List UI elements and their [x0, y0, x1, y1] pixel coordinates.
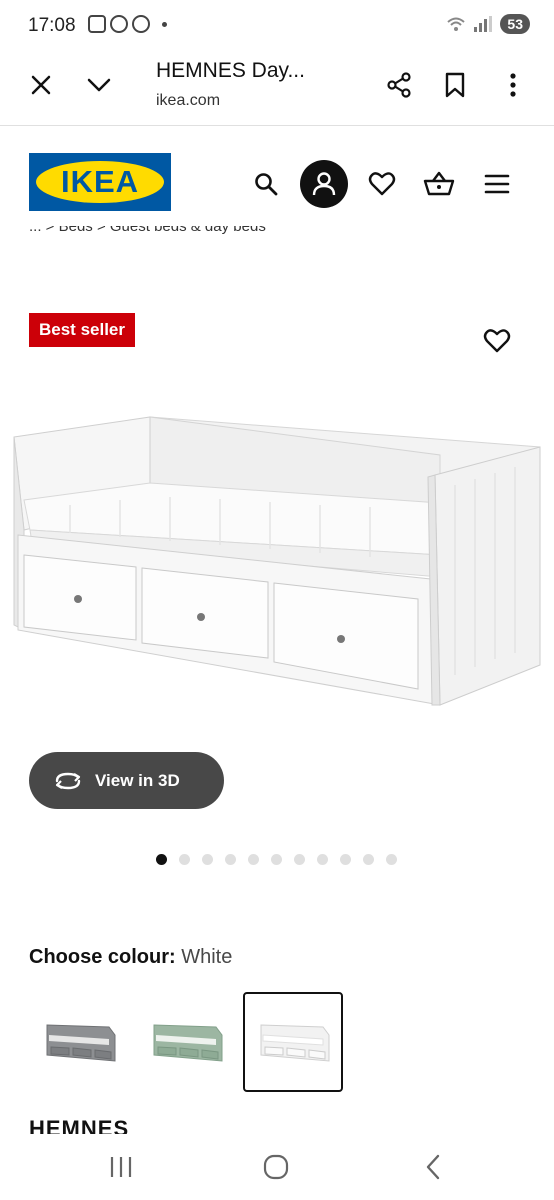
product-name-text: HEMNES: [29, 1116, 130, 1134]
close-icon: [31, 75, 51, 95]
more-options-button[interactable]: [500, 68, 526, 102]
carousel-dot[interactable]: [156, 854, 167, 865]
ikea-logo-text: IKEA: [60, 164, 140, 199]
bookmark-icon: [445, 72, 465, 98]
carousel-dot[interactable]: [363, 854, 374, 865]
recent-apps-icon: [110, 1157, 132, 1177]
colour-swatch-green[interactable]: [136, 992, 236, 1092]
best-seller-badge: Best seller: [29, 313, 135, 347]
rotate-3d-icon: [55, 772, 81, 789]
save-to-list-button[interactable]: [480, 325, 514, 357]
status-right: 53: [446, 14, 530, 34]
daybed-thumbnail-green: [153, 1024, 223, 1062]
close-button[interactable]: [26, 70, 56, 100]
tab-options-button[interactable]: [84, 70, 114, 100]
account-icon: [312, 172, 336, 196]
share-icon: [387, 72, 411, 98]
recent-apps-button[interactable]: [104, 1152, 138, 1182]
system-navigation-bar: [0, 1134, 554, 1200]
back-button[interactable]: [418, 1152, 448, 1182]
notification-icons: [88, 15, 167, 33]
menu-icon: [484, 174, 510, 194]
signal-icon: [474, 16, 493, 32]
chevron-down-icon: [87, 78, 111, 92]
home-icon: [263, 1154, 289, 1180]
wifi-icon: [447, 17, 466, 31]
basket-icon: [423, 171, 455, 196]
carousel-dot[interactable]: [248, 854, 259, 865]
basket-button[interactable]: [421, 166, 457, 200]
search-icon: [255, 173, 278, 196]
home-button[interactable]: [258, 1151, 294, 1183]
bookmark-button[interactable]: [440, 68, 470, 102]
view-in-3d-button[interactable]: View in 3D: [29, 752, 224, 809]
carousel-dot[interactable]: [294, 854, 305, 865]
heart-icon: [368, 172, 396, 196]
pinterest-icon: [110, 15, 128, 33]
colour-value: White: [181, 946, 233, 968]
carousel-dot[interactable]: [271, 854, 282, 865]
colour-selector-label: Choose colour: White: [29, 946, 232, 969]
browser-toolbar: HEMNES Day... ikea.com: [0, 52, 554, 126]
carousel-dot[interactable]: [225, 854, 236, 865]
colour-swatch-grey[interactable]: [29, 992, 129, 1092]
page-title[interactable]: HEMNES Day...: [156, 59, 305, 83]
share-button[interactable]: [382, 68, 416, 102]
back-icon: [426, 1154, 440, 1180]
search-button[interactable]: [250, 168, 282, 200]
whatsapp-icon: [132, 15, 150, 33]
ikea-logo-oval: IKEA: [36, 161, 164, 203]
carousel-dot[interactable]: [317, 854, 328, 865]
ikea-logo[interactable]: IKEA: [29, 153, 171, 211]
account-button[interactable]: [300, 160, 348, 208]
daybed-thumbnail-grey: [46, 1024, 116, 1062]
status-time: 17:08: [28, 15, 76, 36]
page-domain[interactable]: ikea.com: [156, 92, 220, 110]
battery-indicator: 53: [500, 14, 530, 34]
screenshot-icon: [88, 15, 106, 33]
daybed-illustration: [13, 416, 541, 706]
breadcrumb-text[interactable]: ... > Beds > Guest beds & day beds: [29, 226, 266, 235]
more-notifications-icon: [162, 21, 167, 27]
product-name: HEMNES: [29, 1116, 229, 1134]
heart-icon: [483, 329, 511, 353]
wishlist-button[interactable]: [366, 168, 398, 200]
daybed-thumbnail-white: [260, 1024, 330, 1062]
carousel-dot[interactable]: [340, 854, 351, 865]
carousel-dot[interactable]: [202, 854, 213, 865]
more-vert-icon: [510, 73, 516, 97]
colour-swatch-white[interactable]: [243, 992, 343, 1092]
view-in-3d-label: View in 3D: [95, 770, 180, 790]
status-bar: 17:08 53: [0, 0, 554, 52]
image-carousel-indicator: [156, 854, 397, 865]
product-image[interactable]: [10, 405, 550, 715]
carousel-dot[interactable]: [386, 854, 397, 865]
menu-button[interactable]: [482, 170, 512, 198]
breadcrumb[interactable]: ... > Beds > Guest beds & day beds: [29, 226, 349, 244]
carousel-dot[interactable]: [179, 854, 190, 865]
colour-label: Choose colour:: [29, 946, 176, 968]
